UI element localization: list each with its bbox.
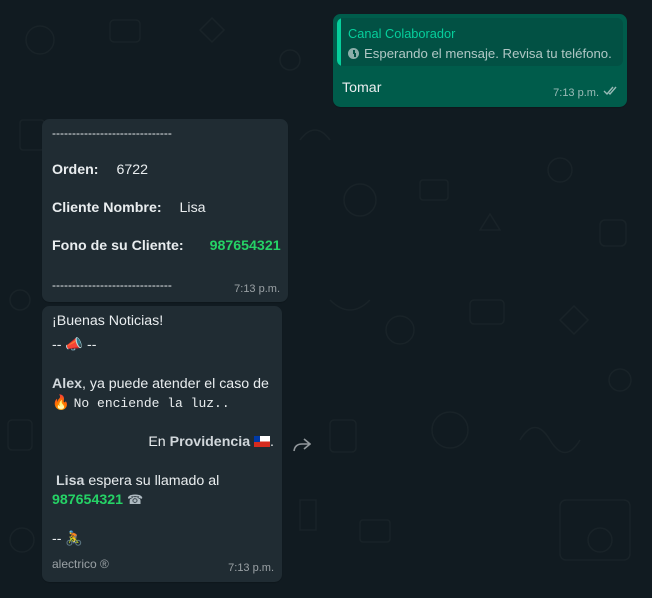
message-time: 7:13 p.m. [234, 283, 280, 295]
message-time: 7:13 p.m. [553, 87, 599, 99]
phone-label: Fono de su Cliente: [52, 238, 184, 254]
divider-bottom: ------------------------------ [52, 278, 172, 292]
quote-accent-bar [337, 18, 341, 66]
phone-link[interactable]: 987654321 [52, 492, 123, 508]
agent-text: , ya puede atender el caso de [81, 376, 269, 392]
order-message[interactable]: ------------------------------ Orden: 67… [42, 119, 288, 302]
megaphone-icon: 📣 [65, 337, 84, 353]
location-name: Providencia [169, 434, 251, 450]
phone-icon: ☎ [126, 493, 144, 508]
footer-prefix: -- [52, 531, 62, 547]
phone-row: Fono de su Cliente: 987654321 [52, 237, 281, 256]
client-name: Lisa [56, 473, 85, 489]
message-meta: 7:13 p.m. [553, 84, 619, 103]
forward-icon[interactable] [291, 434, 313, 456]
client-label: Cliente Nombre: [52, 200, 162, 216]
agent-name: Alex [52, 376, 82, 392]
fire-icon: 🔥 [52, 395, 70, 411]
greeting: ¡Buenas Noticias! [52, 313, 164, 329]
footer-line: -- 🚴 [52, 530, 83, 549]
client-row: Cliente Nombre: Lisa [52, 199, 206, 218]
quote-author: Canal Colaborador [348, 26, 456, 41]
double-check-icon [603, 84, 619, 103]
chile-flag-icon [254, 436, 271, 447]
news-message[interactable]: ¡Buenas Noticias! -- 📣 -- Alex, ya puede… [42, 306, 282, 582]
outgoing-message[interactable]: Canal Colaborador Esperando el mensaje. … [333, 14, 627, 107]
location-line: En Providencia . [148, 433, 274, 452]
call-line: Lisa espera su llamado al [56, 472, 219, 491]
quoted-message[interactable]: Canal Colaborador Esperando el mensaje. … [337, 18, 623, 66]
location-suffix: . [270, 434, 274, 450]
order-row: Orden: 6722 [52, 161, 148, 180]
issue-line: 🔥 No enciende la luz.. [52, 394, 230, 413]
quote-text: Esperando el mensaje. Revisa tu teléfono… [364, 46, 612, 61]
cyclist-icon: 🚴 [65, 531, 84, 547]
message-time: 7:13 p.m. [228, 562, 274, 574]
client-value: Lisa [179, 200, 206, 216]
quote-body: Esperando el mensaje. Revisa tu teléfono… [348, 44, 612, 63]
announce-prefix: -- [52, 337, 62, 353]
order-value: 6722 [116, 162, 149, 178]
signature: alectrico ® [52, 557, 109, 571]
agent-line: Alex, ya puede atender el caso de [52, 375, 269, 394]
issue-text: No enciende la luz.. [73, 396, 230, 411]
announce-line: -- 📣 -- [52, 336, 96, 355]
call-text: espera su llamado al [88, 473, 220, 489]
location-prefix: En [148, 434, 166, 450]
order-label: Orden: [52, 162, 99, 178]
client-phone-link[interactable]: 987654321 [210, 238, 281, 254]
clock-icon [348, 48, 359, 59]
announce-suffix: -- [87, 337, 97, 353]
divider-top: ------------------------------ [52, 126, 172, 140]
phone-line: 987654321 ☎ [52, 491, 143, 510]
message-text: Tomar [342, 80, 382, 96]
